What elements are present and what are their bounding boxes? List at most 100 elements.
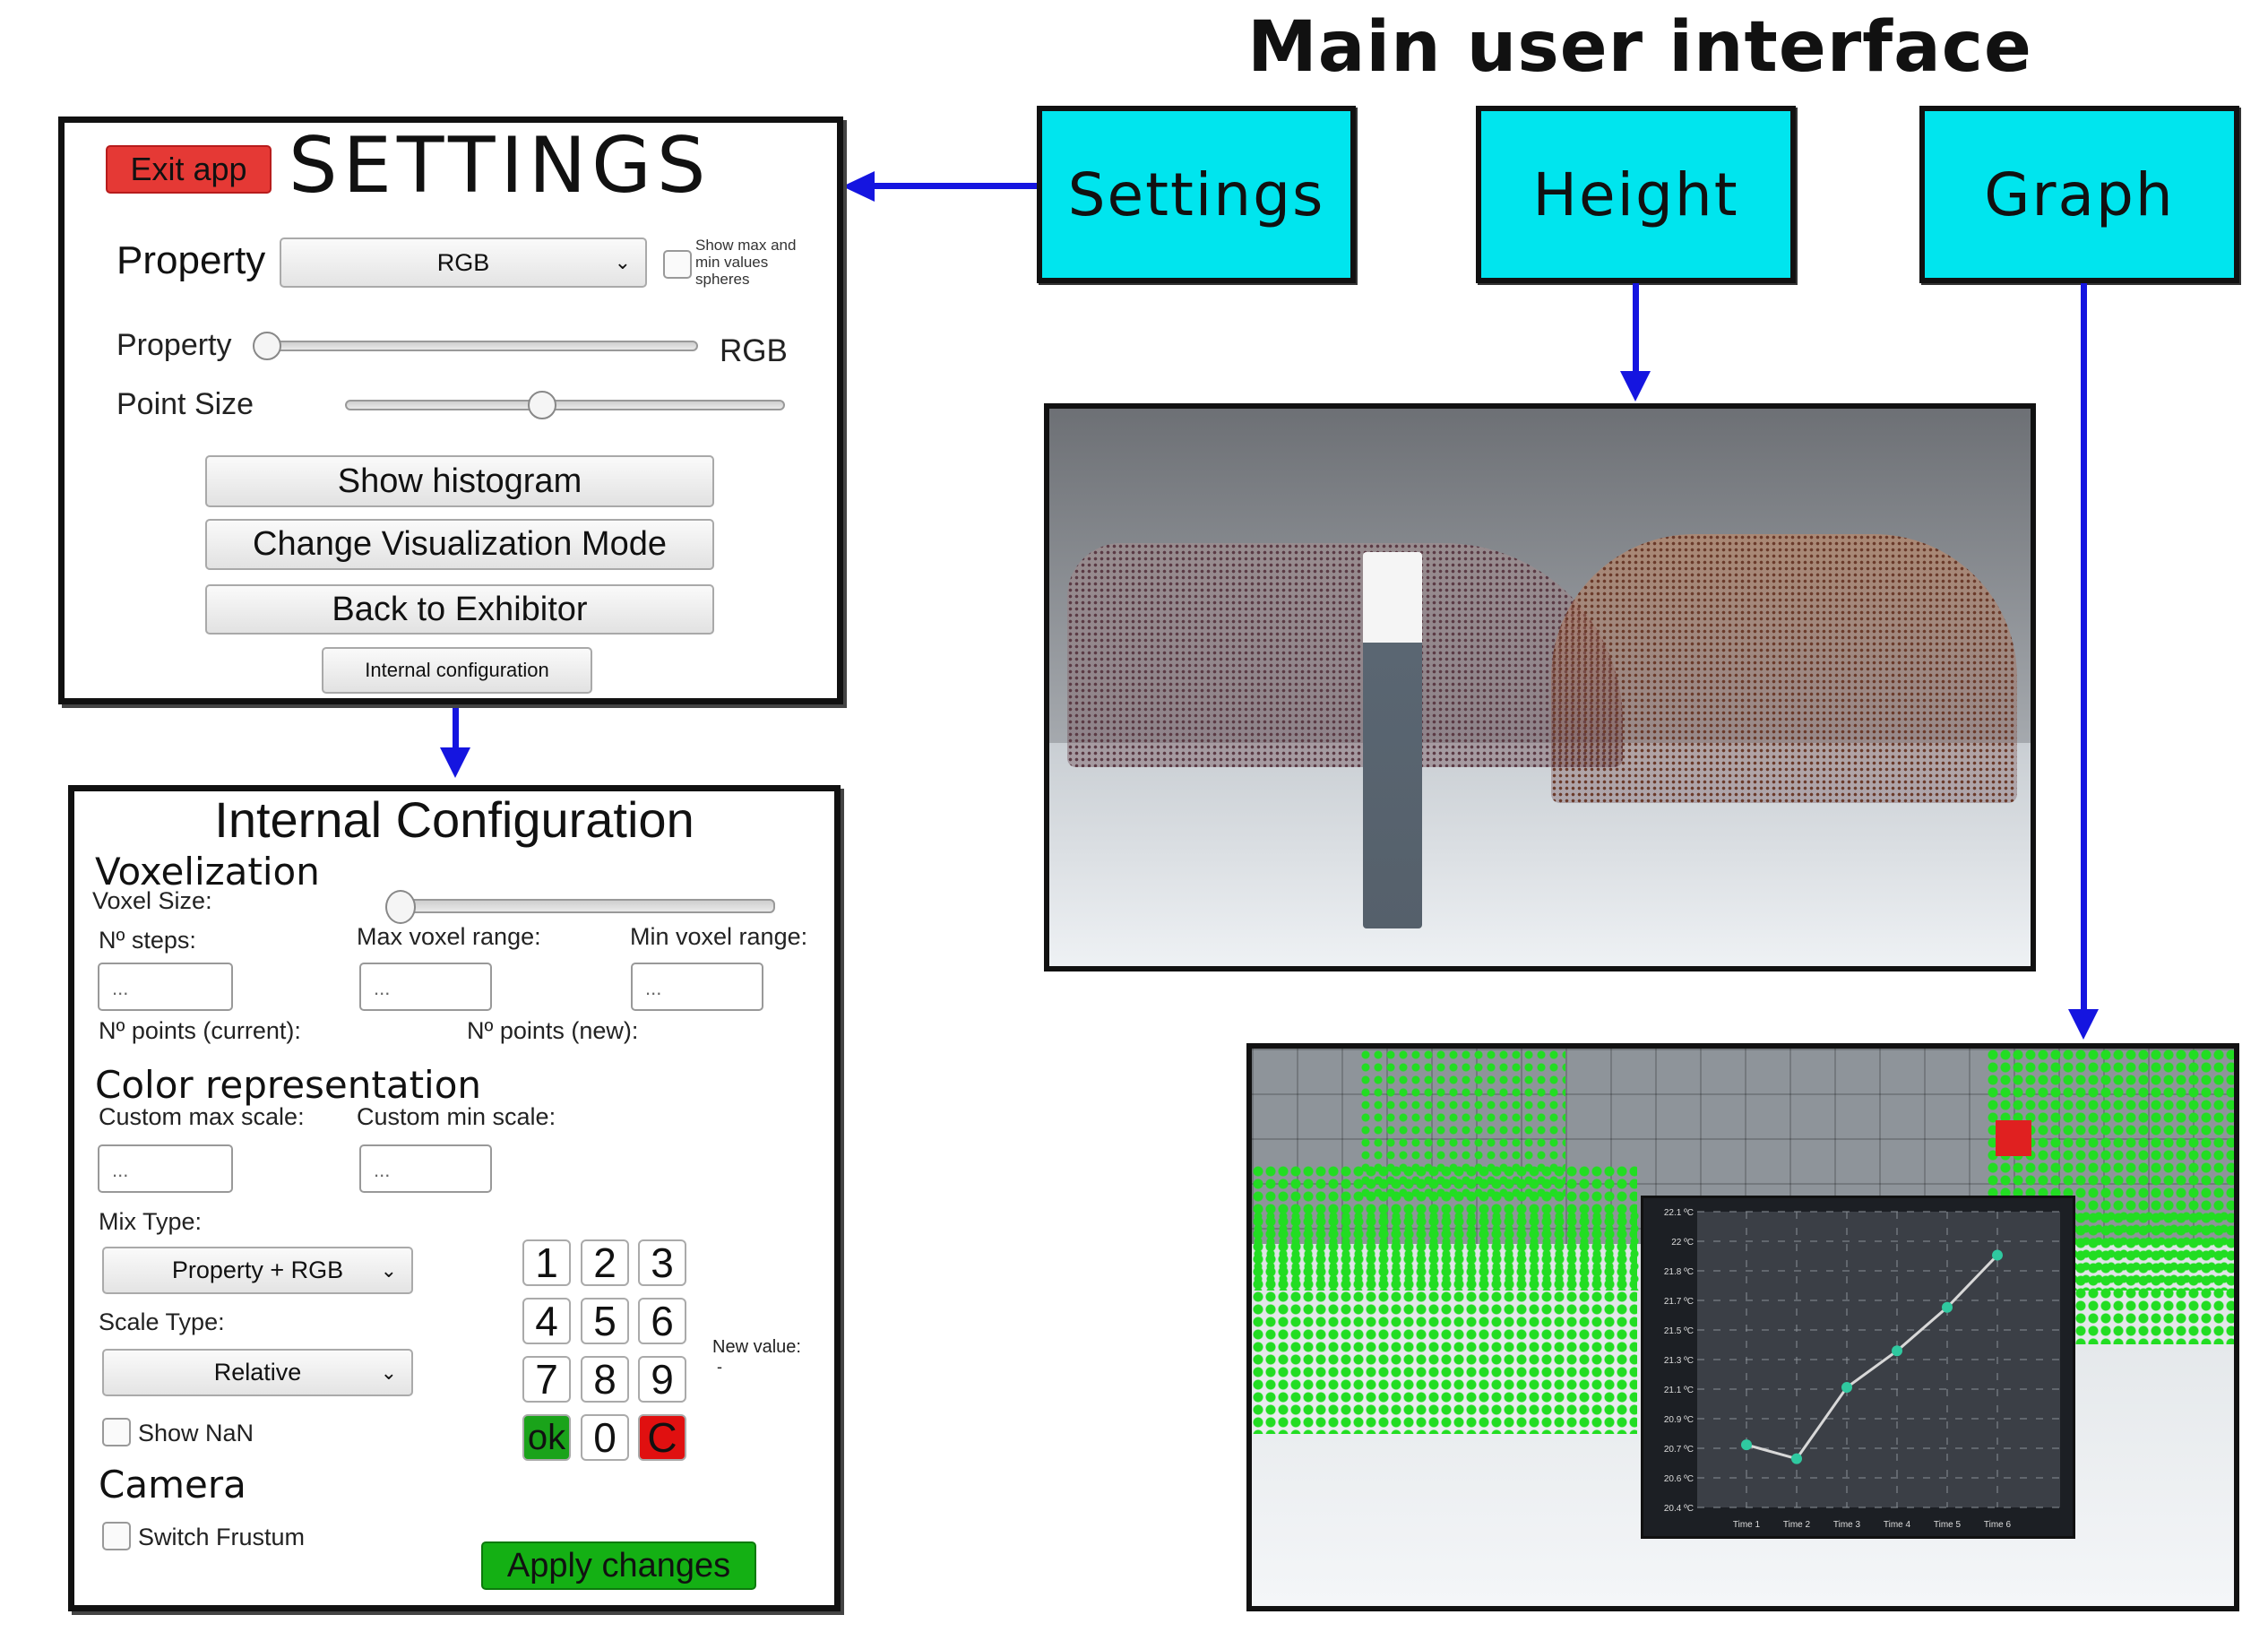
show-nan-checkbox[interactable] — [102, 1418, 131, 1446]
new-value: - — [717, 1358, 722, 1376]
y-tick-label: 22.1 ºC — [1664, 1208, 1694, 1218]
keypad-4[interactable]: 4 — [522, 1298, 571, 1344]
property-dropdown-value: RGB — [436, 248, 490, 276]
mix-type-value: Property + RGB — [171, 1256, 344, 1283]
voxel-size-slider-track[interactable] — [392, 899, 775, 913]
back-to-exhibitor-button[interactable]: Back to Exhibitor — [205, 584, 714, 635]
point-cloud-building-right — [1551, 534, 2017, 803]
arrow-graph-head — [2068, 1009, 2099, 1040]
x-tick-label: Time 3 — [1833, 1520, 1861, 1530]
point-size-slider-thumb[interactable] — [528, 391, 556, 419]
arrow-internal-line — [453, 704, 459, 749]
arrow-settings-head — [842, 171, 875, 202]
y-tick-label: 20.4 ºC — [1664, 1504, 1694, 1514]
steps-input[interactable]: ... — [98, 963, 233, 1011]
x-tick-label: Time 2 — [1783, 1520, 1811, 1530]
x-tick-label: Time 6 — [1984, 1520, 2012, 1530]
red-voxels — [1996, 1120, 2031, 1156]
data-point — [1892, 1345, 1902, 1357]
x-tick-label: Time 1 — [1733, 1520, 1761, 1530]
max-voxel-range-label: Max voxel range: — [357, 923, 541, 950]
arrow-internal-head — [440, 747, 470, 778]
chevron-down-icon: ⌄ — [380, 1258, 397, 1282]
y-tick-label: 20.7 ºC — [1664, 1445, 1694, 1455]
keypad-clear-button[interactable]: C — [638, 1414, 686, 1461]
y-tick-label: 22 ºC — [1671, 1238, 1694, 1248]
point-cloud-building-left — [1067, 543, 1623, 767]
apply-changes-button[interactable]: Apply changes — [481, 1541, 756, 1590]
camera-heading: Camera — [99, 1463, 246, 1507]
custom-min-scale-label: Custom min scale: — [357, 1103, 556, 1130]
show-nan-label: Show NaN — [138, 1420, 254, 1446]
property-slider-value: RGB — [720, 333, 788, 368]
figure-title: Main user interface — [1247, 7, 2032, 88]
min-voxel-range-input[interactable]: ... — [631, 963, 763, 1011]
data-point — [1841, 1382, 1852, 1394]
min-voxel-range-label: Min voxel range: — [630, 923, 808, 950]
temperature-chart-panel: 22.1 ºC 22 ºC 21.8 ºC 21.7 ºC 21.5 ºC 21.3 ºC… — [1641, 1196, 2075, 1539]
chevron-down-icon: ⌄ — [380, 1360, 397, 1384]
max-voxel-range-input[interactable]: ... — [359, 963, 492, 1011]
chevron-down-icon: ⌄ — [614, 251, 631, 273]
keypad-ok-button[interactable]: ok — [522, 1414, 571, 1461]
y-tick-label: 21.1 ºC — [1664, 1386, 1694, 1395]
keypad-1[interactable]: 1 — [522, 1239, 571, 1286]
green-voxels-left — [1252, 1165, 1637, 1434]
keypad-9[interactable]: 9 — [638, 1356, 686, 1403]
change-visualization-mode-button[interactable]: Change Visualization Mode — [205, 519, 714, 570]
steps-label: Nº steps: — [99, 927, 196, 954]
data-point — [1942, 1301, 1953, 1313]
data-point — [1992, 1249, 2003, 1261]
height-nav-button[interactable]: Height — [1476, 106, 1796, 283]
show-spheres-checkbox[interactable] — [663, 250, 692, 279]
exit-app-button[interactable]: Exit app — [106, 145, 272, 194]
arrow-height-line — [1633, 283, 1639, 373]
scale-type-dropdown[interactable]: Relative ⌄ — [102, 1349, 413, 1396]
mix-type-dropdown[interactable]: Property + RGB ⌄ — [102, 1247, 413, 1294]
switch-frustum-checkbox[interactable] — [102, 1522, 131, 1550]
keypad-7[interactable]: 7 — [522, 1356, 571, 1403]
keypad-5[interactable]: 5 — [581, 1298, 629, 1344]
mix-type-label: Mix Type: — [99, 1208, 203, 1235]
graph-nav-button[interactable]: Graph — [1919, 106, 2239, 283]
arrow-settings-line — [874, 183, 1037, 189]
internal-configuration-button[interactable]: Internal configuration — [322, 647, 592, 694]
keypad-2[interactable]: 2 — [581, 1239, 629, 1286]
y-tick-label: 20.9 ºC — [1664, 1415, 1694, 1425]
property-dropdown[interactable]: RGB ⌄ — [280, 237, 647, 288]
property-slider-track[interactable] — [262, 341, 698, 351]
y-tick-label: 21.5 ºC — [1664, 1326, 1694, 1336]
keypad-3[interactable]: 3 — [638, 1239, 686, 1286]
y-tick-label: 21.8 ºC — [1664, 1267, 1694, 1277]
height-3d-view[interactable] — [1044, 403, 2036, 971]
points-current-label: Nº points (current): — [99, 1017, 301, 1044]
color-representation-heading: Color representation — [95, 1063, 482, 1107]
property-label: Property — [116, 238, 266, 282]
data-point — [1741, 1439, 1752, 1451]
keypad-8[interactable]: 8 — [581, 1356, 629, 1403]
voxel-size-slider-thumb[interactable] — [385, 890, 416, 924]
settings-nav-button[interactable]: Settings — [1037, 106, 1356, 283]
new-value-label: New value: — [712, 1337, 801, 1357]
switch-frustum-label: Switch Frustum — [138, 1524, 306, 1550]
x-tick-label: Time 5 — [1934, 1520, 1962, 1530]
green-voxels-top — [1359, 1049, 1565, 1201]
custom-max-scale-input[interactable]: ... — [98, 1144, 233, 1193]
voxel-size-label: Voxel Size: — [92, 887, 212, 914]
points-new-label: Nº points (new): — [467, 1017, 639, 1044]
scale-type-value: Relative — [213, 1359, 302, 1386]
custom-max-scale-label: Custom max scale: — [99, 1103, 305, 1130]
arrow-graph-line — [2081, 283, 2087, 1011]
internal-configuration-title: Internal Configuration — [214, 791, 694, 848]
keypad-6[interactable]: 6 — [638, 1298, 686, 1344]
custom-min-scale-input[interactable]: ... — [359, 1144, 492, 1193]
data-point — [1791, 1453, 1802, 1464]
y-tick-label: 21.3 ºC — [1664, 1356, 1694, 1366]
show-histogram-button[interactable]: Show histogram — [205, 455, 714, 507]
point-size-slider-track[interactable] — [345, 400, 785, 410]
arrow-height-head — [1620, 371, 1651, 402]
keypad-0[interactable]: 0 — [581, 1414, 629, 1461]
point-size-label: Point Size — [116, 387, 254, 421]
property-slider-label: Property — [116, 328, 232, 362]
property-slider-thumb[interactable] — [253, 332, 281, 360]
